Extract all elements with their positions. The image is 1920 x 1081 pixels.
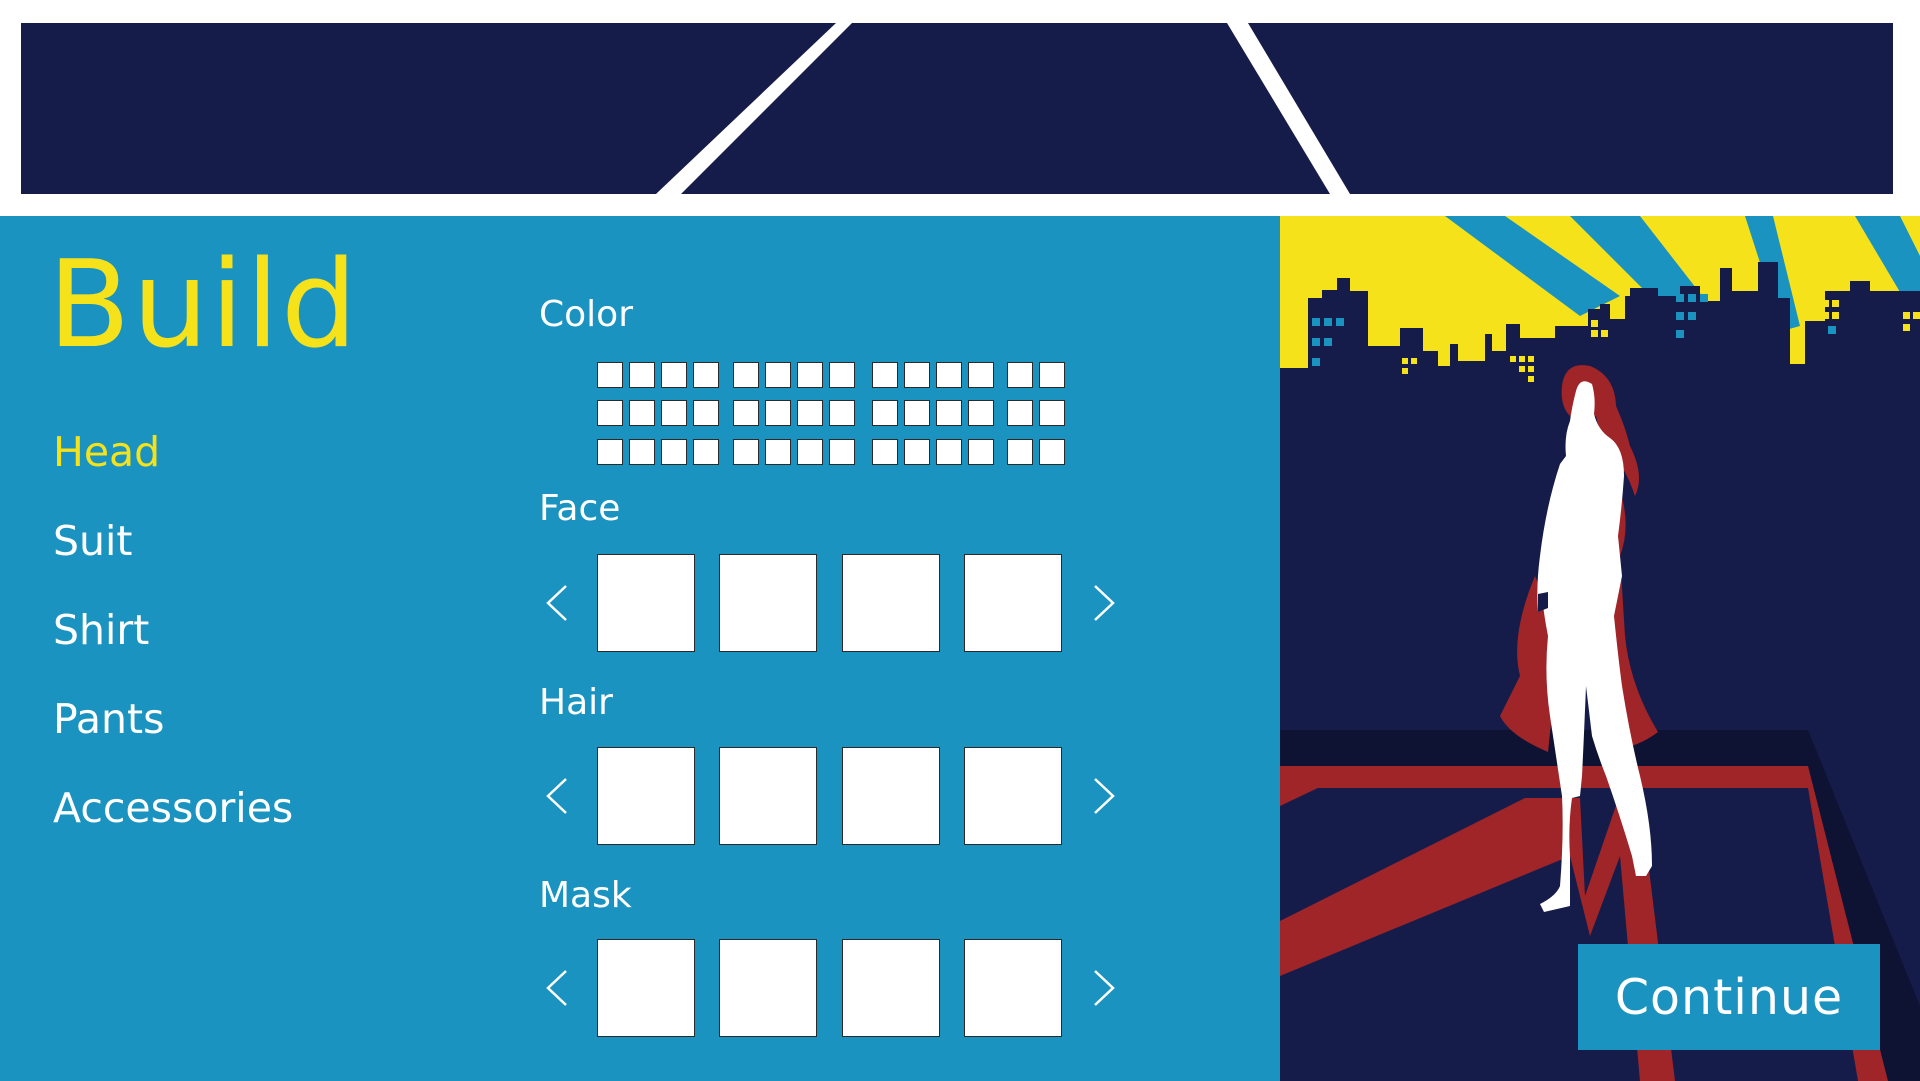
color-swatch[interactable] bbox=[693, 400, 719, 426]
color-swatch[interactable] bbox=[765, 362, 791, 388]
continue-button[interactable]: Continue bbox=[1578, 944, 1880, 1050]
face-options-row bbox=[540, 554, 1120, 652]
mask-section-label: Mask bbox=[539, 875, 632, 916]
hair-options-row bbox=[540, 747, 1120, 845]
color-swatch[interactable] bbox=[872, 362, 898, 388]
color-swatch[interactable] bbox=[629, 362, 655, 388]
color-swatch[interactable] bbox=[597, 400, 623, 426]
face-option[interactable] bbox=[719, 554, 817, 652]
color-swatch[interactable] bbox=[597, 362, 623, 388]
color-swatch[interactable] bbox=[968, 362, 994, 388]
color-swatch[interactable] bbox=[797, 439, 823, 465]
mask-option[interactable] bbox=[719, 939, 817, 1037]
mask-options-row bbox=[540, 939, 1120, 1037]
color-swatch[interactable] bbox=[1039, 400, 1065, 426]
chevron-left-icon[interactable] bbox=[542, 968, 572, 1008]
banner-panel-right bbox=[1248, 23, 1893, 194]
hair-option[interactable] bbox=[964, 747, 1062, 845]
nav-item-pants[interactable]: Pants bbox=[53, 695, 164, 743]
color-swatch[interactable] bbox=[629, 439, 655, 465]
color-swatch[interactable] bbox=[1007, 400, 1033, 426]
color-swatch[interactable] bbox=[597, 439, 623, 465]
color-swatch[interactable] bbox=[693, 439, 719, 465]
color-swatch[interactable] bbox=[733, 400, 759, 426]
color-swatch[interactable] bbox=[733, 439, 759, 465]
color-swatch[interactable] bbox=[661, 400, 687, 426]
color-swatch[interactable] bbox=[872, 400, 898, 426]
color-section-label: Color bbox=[539, 294, 633, 335]
color-swatch-grid bbox=[597, 362, 1067, 466]
face-option[interactable] bbox=[842, 554, 940, 652]
color-swatch[interactable] bbox=[765, 439, 791, 465]
color-swatch[interactable] bbox=[693, 362, 719, 388]
color-swatch[interactable] bbox=[661, 362, 687, 388]
color-swatch[interactable] bbox=[797, 362, 823, 388]
chevron-right-icon[interactable] bbox=[1089, 968, 1119, 1008]
chevron-right-icon[interactable] bbox=[1089, 583, 1119, 623]
chevron-left-icon[interactable] bbox=[542, 776, 572, 816]
hair-option[interactable] bbox=[597, 747, 695, 845]
face-section-label: Face bbox=[539, 488, 621, 529]
top-banner bbox=[0, 0, 1920, 216]
color-swatch[interactable] bbox=[629, 400, 655, 426]
hair-option[interactable] bbox=[842, 747, 940, 845]
nav-item-head[interactable]: Head bbox=[53, 428, 160, 476]
hair-section-label: Hair bbox=[539, 682, 613, 723]
color-swatch[interactable] bbox=[904, 400, 930, 426]
color-swatch[interactable] bbox=[829, 362, 855, 388]
color-swatch[interactable] bbox=[829, 439, 855, 465]
mask-option[interactable] bbox=[842, 939, 940, 1037]
color-swatch[interactable] bbox=[733, 362, 759, 388]
color-swatch[interactable] bbox=[936, 400, 962, 426]
page-title: Build bbox=[48, 236, 360, 375]
color-swatch[interactable] bbox=[936, 439, 962, 465]
color-swatch[interactable] bbox=[1007, 439, 1033, 465]
color-swatch[interactable] bbox=[797, 400, 823, 426]
color-swatch[interactable] bbox=[661, 439, 687, 465]
hair-option[interactable] bbox=[719, 747, 817, 845]
nav-item-shirt[interactable]: Shirt bbox=[53, 606, 149, 654]
color-swatch[interactable] bbox=[968, 400, 994, 426]
color-swatch[interactable] bbox=[872, 439, 898, 465]
color-swatch[interactable] bbox=[904, 362, 930, 388]
nav-item-accessories[interactable]: Accessories bbox=[53, 784, 293, 832]
chevron-right-icon[interactable] bbox=[1089, 776, 1119, 816]
nav-item-suit[interactable]: Suit bbox=[53, 517, 132, 565]
color-swatch[interactable] bbox=[1039, 439, 1065, 465]
color-swatch[interactable] bbox=[829, 400, 855, 426]
color-swatch[interactable] bbox=[968, 439, 994, 465]
color-swatch[interactable] bbox=[765, 400, 791, 426]
face-option[interactable] bbox=[964, 554, 1062, 652]
build-panel: Build Head Suit Shirt Pants Accessories … bbox=[0, 216, 1280, 1081]
color-swatch[interactable] bbox=[936, 362, 962, 388]
mask-option[interactable] bbox=[964, 939, 1062, 1037]
color-swatch[interactable] bbox=[1039, 362, 1065, 388]
color-swatch[interactable] bbox=[1007, 362, 1033, 388]
color-swatch[interactable] bbox=[904, 439, 930, 465]
mask-option[interactable] bbox=[597, 939, 695, 1037]
face-option[interactable] bbox=[597, 554, 695, 652]
chevron-left-icon[interactable] bbox=[542, 583, 572, 623]
